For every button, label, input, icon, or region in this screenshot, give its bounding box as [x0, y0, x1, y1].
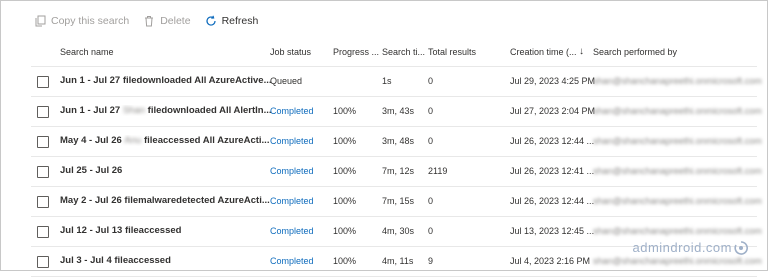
job-status-link[interactable]: Completed [270, 226, 314, 236]
performed-by: shan@shanchanapreethi.onmicrosoft.com [593, 106, 762, 116]
admindroid-logo-icon [734, 240, 748, 255]
progress: 100% [333, 256, 357, 266]
table-row[interactable]: Jun 1 - Jul 27 Shan filedownloaded All A… [31, 97, 762, 127]
trash-icon [143, 15, 155, 27]
copy-icon [34, 15, 46, 27]
table-row[interactable]: Jun 1 - Jul 27 filedownloaded All AzureA… [31, 66, 762, 97]
job-status-link[interactable]: Completed [270, 106, 314, 116]
job-status-link[interactable]: Completed [270, 136, 314, 146]
row-checkbox[interactable] [37, 166, 49, 178]
creation-time: Jul 26, 2023 12:44 ... [510, 136, 595, 146]
search-name[interactable]: Jul 3 - Jul 4 fileaccessed [60, 255, 171, 266]
search-name[interactable]: May 2 - Jul 26 filemalwaredetected Azure… [60, 195, 270, 206]
job-status-link[interactable]: Completed [270, 256, 314, 266]
redacted-text: Shan [122, 105, 146, 116]
col-performed-by[interactable]: Search performed by [593, 47, 677, 57]
watermark: admindroid.com [633, 240, 749, 255]
progress: 100% [333, 166, 357, 176]
refresh-icon [205, 15, 217, 27]
row-checkbox[interactable] [37, 136, 49, 148]
creation-time: Jul 26, 2023 12:44 ... [510, 196, 595, 206]
search-name-end: filedownloaded All AlertIn... [145, 105, 272, 116]
total-results: 0 [428, 76, 434, 86]
search-time: 7m, 15s [382, 196, 415, 206]
search-time: 4m, 30s [382, 226, 415, 236]
total-results: 0 [428, 196, 434, 206]
col-total-results[interactable]: Total results [428, 47, 476, 57]
search-time: 1s [382, 76, 392, 86]
table-row[interactable]: Jul 25 - Jul 26 Completed 100% 7m, 12s 2… [31, 157, 762, 187]
performed-by: shan@shanchanapreethi.onmicrosoft.com [593, 256, 762, 266]
copy-search-label: Copy this search [51, 15, 130, 27]
search-time: 4m, 11s [382, 256, 414, 266]
toolbar: Copy this search Delete Refresh [34, 13, 272, 29]
refresh-label: Refresh [221, 15, 259, 27]
row-checkbox[interactable] [37, 256, 49, 268]
performed-by: shan@shanchanapreethi.onmicrosoft.com [593, 136, 762, 146]
search-name[interactable]: Jul 12 - Jul 13 fileaccessed [60, 225, 181, 236]
creation-time: Jul 29, 2023 4:25 PM [510, 76, 596, 86]
total-results: 0 [428, 226, 434, 236]
search-name[interactable]: Jul 25 - Jul 26 [60, 165, 122, 176]
sort-descending-icon[interactable]: ↓ [579, 46, 584, 57]
row-checkbox[interactable] [37, 76, 49, 88]
search-name[interactable]: May 4 - Jul 26 Anu fileaccessed All Azur… [60, 135, 269, 146]
creation-time: Jul 26, 2023 12:41 ... [510, 166, 595, 176]
row-checkbox[interactable] [37, 106, 49, 118]
refresh-button[interactable]: Refresh [205, 15, 259, 27]
progress: 100% [333, 106, 357, 116]
search-time: 3m, 48s [382, 136, 415, 146]
progress: 100% [333, 226, 357, 236]
copy-search-button[interactable]: Copy this search [34, 15, 129, 27]
table-header: Search name Job status Progress ... Sear… [0, 44, 768, 62]
total-results: 0 [428, 136, 434, 146]
creation-time: Jul 4, 2023 2:16 PM [510, 256, 591, 266]
search-name[interactable]: Jun 1 - Jul 27 Shan filedownloaded All A… [60, 105, 272, 116]
search-time: 3m, 43s [382, 106, 415, 116]
row-checkbox[interactable] [37, 226, 49, 238]
total-results: 0 [428, 106, 434, 116]
performed-by: shan@shanchanapreethi.onmicrosoft.com [593, 166, 762, 176]
search-name-start: Jun 1 - Jul 27 [60, 105, 121, 116]
performed-by: shan@shanchanapreethi.onmicrosoft.com [593, 226, 762, 236]
watermark-text: admindroid.com [632, 240, 732, 255]
total-results: 2119 [428, 166, 448, 176]
search-name[interactable]: Jun 1 - Jul 27 filedownloaded All AzureA… [60, 75, 272, 86]
job-status-link[interactable]: Completed [270, 166, 314, 176]
creation-time: Jul 27, 2023 2:04 PM [510, 106, 596, 116]
search-name-end: fileaccessed All AzureActi... [141, 135, 270, 146]
delete-button[interactable]: Delete [143, 15, 191, 27]
progress: 100% [333, 136, 357, 146]
table-row[interactable]: May 2 - Jul 26 filemalwaredetected Azure… [31, 187, 762, 217]
col-search-name[interactable]: Search name [60, 47, 114, 57]
total-results: 9 [428, 256, 434, 266]
job-status-link[interactable]: Completed [270, 196, 314, 206]
col-search-time[interactable]: Search ti... [382, 47, 425, 57]
col-creation-time[interactable]: Creation time (... [510, 47, 577, 57]
delete-label: Delete [160, 15, 191, 27]
row-checkbox[interactable] [37, 196, 49, 208]
performed-by: shan@shanchanapreethi.onmicrosoft.com [593, 196, 762, 206]
redacted-text: Anu [124, 135, 142, 146]
search-time: 7m, 12s [382, 166, 415, 176]
col-progress[interactable]: Progress ... [333, 47, 379, 57]
search-name-start: May 4 - Jul 26 [60, 135, 122, 146]
col-job-status[interactable]: Job status [270, 47, 311, 57]
job-status: Queued [270, 76, 303, 86]
performed-by: shan@shanchanapreethi.onmicrosoft.com [593, 76, 762, 86]
table-row[interactable]: May 4 - Jul 26 Anu fileaccessed All Azur… [31, 127, 762, 157]
progress: 100% [333, 196, 357, 206]
creation-time: Jul 13, 2023 12:45 ... [510, 226, 595, 236]
